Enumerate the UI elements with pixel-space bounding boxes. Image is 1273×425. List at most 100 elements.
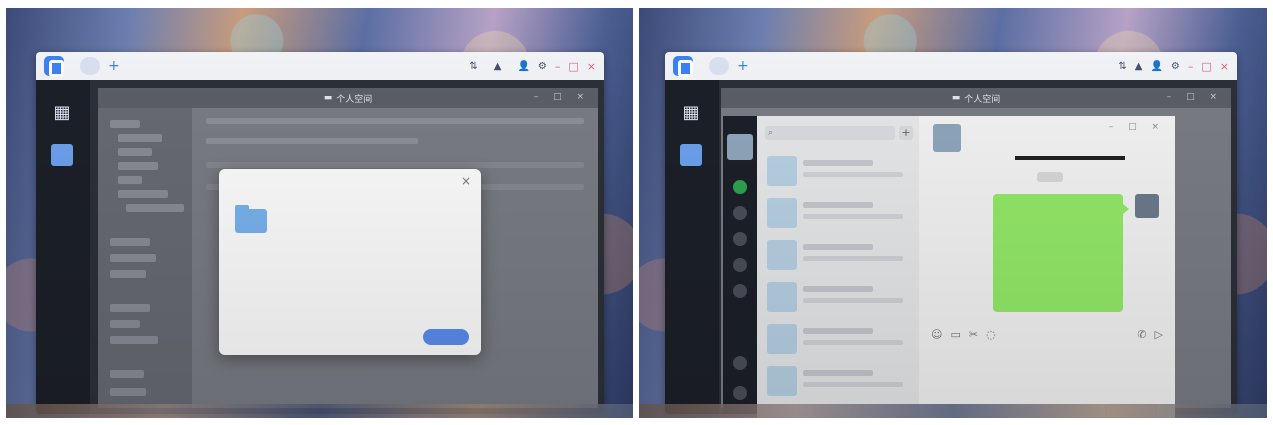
- files-icon[interactable]: [733, 258, 747, 272]
- share-dialog: ×: [219, 169, 481, 355]
- close-button[interactable]: ×: [1220, 60, 1229, 73]
- apps-grid-icon[interactable]: ▦: [680, 102, 702, 124]
- app-topbar: + ⇅ ▲ 👤 ⚙ – □ ×: [36, 52, 604, 80]
- phone-icon[interactable]: [733, 356, 747, 370]
- sidebar-item[interactable]: [118, 134, 162, 142]
- app-tab[interactable]: [709, 57, 729, 75]
- favorites-icon[interactable]: [733, 232, 747, 246]
- file-window-titlebar: ▬ 个人空间: [98, 88, 598, 108]
- emoji-icon[interactable]: ☺: [931, 328, 942, 341]
- file-manager-icon[interactable]: [680, 144, 702, 166]
- file-row[interactable]: [206, 162, 584, 168]
- app-tab[interactable]: [80, 57, 100, 75]
- drive-icon[interactable]: ▲: [1135, 61, 1143, 72]
- app-logo-icon: [44, 56, 64, 77]
- sidebar-item[interactable]: [110, 238, 150, 246]
- toolbar-row: [206, 138, 418, 144]
- new-tab-button[interactable]: +: [108, 58, 120, 74]
- list-item[interactable]: [763, 320, 913, 360]
- list-item[interactable]: [763, 194, 913, 234]
- settings-icon[interactable]: ⚙: [538, 61, 547, 72]
- contact-avatar: [933, 124, 961, 152]
- sidebar-item[interactable]: [118, 176, 142, 184]
- new-tab-button[interactable]: +: [737, 58, 749, 74]
- sidebar-item[interactable]: [118, 162, 158, 170]
- contact-avatar: [767, 198, 797, 228]
- contact-avatar: [767, 282, 797, 312]
- sidebar-item[interactable]: [110, 120, 140, 128]
- left-screenshot: + ⇅ ▲ 👤 ⚙ – □ × ▦ ▬ 个人空间 – □ × ×: [6, 8, 633, 418]
- sidebar-item[interactable]: [110, 254, 156, 262]
- apps-grid-icon[interactable]: ▦: [51, 102, 73, 124]
- file-window-title: 个人空间: [336, 94, 373, 105]
- file-window-controls[interactable]: – □ ×: [1167, 92, 1223, 102]
- contacts-icon[interactable]: [733, 206, 747, 220]
- phone-call-icon[interactable]: ✆: [1137, 328, 1146, 341]
- chat-search-input[interactable]: [765, 126, 895, 140]
- file-window-titlebar: ▬ 个人空间: [721, 88, 1231, 108]
- app-topbar: + ⇅ ▲ 👤 ⚙ – □ ×: [665, 52, 1237, 80]
- chat-pane: – □ × ☺ ▭ ✂ ◌ ✆ ▷: [919, 116, 1175, 418]
- file-window-controls[interactable]: – □ ×: [534, 92, 590, 102]
- sidebar-item[interactable]: [118, 190, 168, 198]
- sidebar-item[interactable]: [110, 336, 158, 344]
- contact-avatar: [767, 324, 797, 354]
- my-avatar[interactable]: [727, 134, 753, 160]
- right-screenshot: + ⇅ ▲ 👤 ⚙ – □ × ▦ ▬ 个人空间 – □ × ⌕ + – □ ×…: [639, 8, 1267, 418]
- contact-avatar: [767, 366, 797, 396]
- file-manager-icon[interactable]: [51, 144, 73, 166]
- minimize-button[interactable]: –: [1188, 60, 1194, 73]
- folder-icon[interactable]: ▭: [950, 328, 960, 341]
- dialog-close-icon[interactable]: ×: [461, 174, 471, 188]
- shared-folder-icon: [235, 205, 267, 233]
- settings-icon[interactable]: ⚙: [1171, 61, 1180, 72]
- video-call-icon[interactable]: ▷: [1155, 328, 1163, 341]
- maximize-button[interactable]: □: [568, 60, 578, 73]
- folder-icon: ▬: [323, 93, 333, 103]
- contact-avatar: [767, 156, 797, 186]
- chat-history-icon[interactable]: ◌: [986, 328, 996, 341]
- sidebar-item[interactable]: [110, 370, 144, 378]
- list-item[interactable]: [763, 236, 913, 276]
- chat-rail: [723, 116, 757, 414]
- transfer-icon[interactable]: ⇅: [469, 61, 477, 72]
- app-logo-icon: [673, 56, 693, 77]
- app-rail: ▦: [665, 80, 719, 414]
- path-bar[interactable]: [206, 118, 584, 124]
- folder-icon: ▬: [951, 93, 961, 103]
- chat-list: +: [757, 116, 919, 418]
- timestamp-badge: [1037, 172, 1063, 182]
- close-button[interactable]: ×: [587, 60, 596, 73]
- user-icon[interactable]: 👤: [517, 61, 529, 72]
- app-rail: ▦: [36, 80, 90, 414]
- wallpaper-strip: [639, 404, 1267, 418]
- list-item[interactable]: [763, 278, 913, 318]
- wallpaper-strip: [6, 404, 633, 418]
- transfer-icon[interactable]: ⇅: [1118, 61, 1126, 72]
- sidebar-item[interactable]: [110, 320, 140, 328]
- sidebar-item[interactable]: [118, 148, 152, 156]
- file-sidebar: [98, 108, 192, 408]
- contact-avatar: [767, 240, 797, 270]
- maximize-button[interactable]: □: [1201, 60, 1211, 73]
- user-icon[interactable]: 👤: [1150, 61, 1162, 72]
- menu-icon[interactable]: [733, 386, 747, 400]
- copy-link-button[interactable]: [423, 329, 469, 345]
- file-window-title: 个人空间: [964, 94, 1001, 105]
- sidebar-item[interactable]: [126, 204, 184, 212]
- moments-icon[interactable]: [733, 284, 747, 298]
- scissors-icon[interactable]: ✂: [969, 328, 978, 341]
- list-item[interactable]: [763, 152, 913, 192]
- sidebar-item[interactable]: [110, 388, 146, 396]
- minimize-button[interactable]: –: [555, 60, 561, 73]
- sent-message-bubble[interactable]: [993, 194, 1129, 312]
- list-item[interactable]: [763, 362, 913, 402]
- sidebar-item[interactable]: [110, 270, 146, 278]
- call-toolbar: ✆ ▷: [1137, 328, 1163, 341]
- compose-toolbar: ☺ ▭ ✂ ◌: [931, 328, 996, 341]
- drive-icon[interactable]: ▲: [494, 61, 502, 72]
- chat-window-controls[interactable]: – □ ×: [1109, 122, 1165, 132]
- new-chat-button[interactable]: +: [899, 126, 913, 140]
- sidebar-item[interactable]: [110, 304, 150, 312]
- chat-tab-icon[interactable]: [733, 180, 747, 194]
